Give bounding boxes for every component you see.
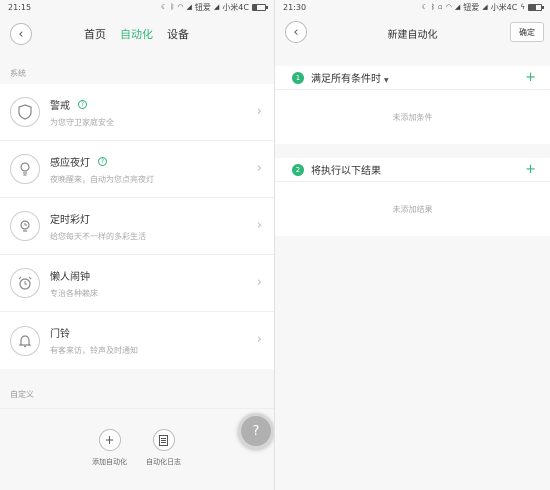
item-subtitle: 给您每天不一样的多彩生活 [50, 231, 146, 241]
question-icon: ? [252, 423, 260, 439]
help-icon[interactable]: ? [98, 156, 107, 166]
chevron-right-icon: › [256, 218, 262, 233]
wifi-icon: ◠ [177, 3, 184, 11]
battery-icon [252, 3, 268, 11]
item-title: 感应夜灯 [50, 157, 90, 169]
results-empty-text: 未添加结果 [392, 204, 433, 214]
battery-icon [528, 3, 544, 11]
caret-down-icon: ▼ [384, 77, 389, 84]
signal-icon: ◢ [454, 3, 461, 11]
charging-icon: ϟ [520, 3, 525, 11]
tab-home[interactable]: 首页 [84, 26, 106, 42]
help-fab-button[interactable]: ? [238, 413, 274, 449]
page-title: 新建自动化 [387, 30, 438, 41]
carrier-2: 小米4C [490, 2, 518, 12]
step-number-badge: 1 [292, 71, 304, 84]
step-number-badge: 2 [292, 163, 304, 176]
wifi-icon: ◠ [445, 3, 452, 11]
carrier-1: 钮爱 [463, 2, 480, 12]
status-time: 21:30 [283, 2, 307, 12]
help-icon[interactable]: ? [78, 99, 87, 109]
bottom-actions: + 添加自动化 自动化日志 [0, 408, 274, 490]
item-subtitle: 为您守卫家庭安全 [50, 117, 114, 127]
list-item-night-light[interactable]: 感应夜灯? 夜晚醒来，自动为您点亮夜灯 › [0, 141, 274, 198]
list-item-alert[interactable]: 警戒? 为您守卫家庭安全 › [0, 84, 274, 141]
moon-icon: ☾ [421, 3, 428, 11]
list-item-timed-lamp[interactable]: 定时彩灯 给您每天不一样的多彩生活 › [0, 198, 274, 255]
header: ‹ 首页 自动化 设备 [0, 14, 274, 54]
item-subtitle: 有客来访，铃声及时通知 [50, 346, 138, 355]
moon-icon: ☾ [160, 3, 168, 11]
conditions-mode-dropdown[interactable]: 满足所有条件时 ▼ [311, 70, 389, 85]
bluetooth-icon: ᛒ [430, 3, 436, 11]
tab-bar: 首页 自动化 设备 [84, 26, 189, 42]
tab-automation[interactable]: 自动化 [120, 26, 153, 42]
alarm-clock-icon [10, 268, 40, 298]
add-condition-button[interactable]: + [525, 70, 536, 85]
header: ‹ 新建自动化 确定 [275, 14, 550, 52]
item-title: 门铃 [50, 329, 70, 340]
item-title: 定时彩灯 [50, 214, 90, 226]
chevron-left-icon: ‹ [18, 26, 24, 42]
signal-icon: ◢ [186, 3, 192, 11]
document-icon [152, 429, 175, 451]
add-automation-label: 添加自动化 [92, 458, 127, 466]
results-title: 将执行以下结果 [311, 166, 381, 177]
plus-icon: + [98, 429, 121, 451]
lock-icon: ▫ [438, 3, 443, 11]
conditions-section: 1 满足所有条件时 ▼ + 未添加条件 [275, 66, 550, 144]
status-bar: 21:15 ☾ ᛒ ◠ ◢ 钮爱 ◢ 小米4C [0, 0, 274, 14]
item-title: 懒人闹钟 [50, 271, 90, 283]
left-panel: 21:15 ☾ ᛒ ◠ ◢ 钮爱 ◢ 小米4C ‹ 首页 自动化 设备 系统 警… [0, 0, 274, 490]
carrier-1: 钮爱 [194, 2, 211, 12]
conditions-title: 满足所有条件时 [311, 74, 381, 85]
chevron-right-icon: › [256, 104, 262, 119]
section-title-custom: 自定义 [10, 390, 34, 399]
add-automation-button[interactable]: + 添加自动化 [92, 429, 127, 467]
bell-icon [10, 325, 40, 356]
results-section: 2 将执行以下结果 + 未添加结果 [275, 158, 550, 236]
item-subtitle: 专治各种赖床 [50, 288, 98, 298]
back-button[interactable]: ‹ [10, 23, 32, 45]
bluetooth-icon: ᛒ [170, 3, 175, 11]
scene-list: 警戒? 为您守卫家庭安全 › 感应夜灯? 夜晚醒来，自动为您点亮夜灯 › 定时彩… [0, 84, 274, 369]
status-bar: 21:30 ☾ ᛒ ▫ ◠ ◢ 钮爱 ◢ 小米4C ϟ [275, 0, 550, 14]
item-title: 警戒 [50, 100, 70, 112]
confirm-button[interactable]: 确定 [510, 22, 544, 42]
item-subtitle: 夜晚醒来，自动为您点亮夜灯 [50, 174, 154, 184]
automation-log-button[interactable]: 自动化日志 [146, 429, 181, 467]
section-title-system: 系统 [10, 69, 26, 78]
shield-icon [10, 97, 40, 127]
signal-icon: ◢ [213, 3, 220, 11]
status-time: 21:15 [8, 2, 32, 12]
chevron-right-icon: › [256, 275, 262, 290]
signal-icon: ◢ [482, 3, 488, 11]
automation-log-label: 自动化日志 [146, 458, 181, 466]
chevron-right-icon: › [256, 161, 262, 176]
add-result-button[interactable]: + [525, 162, 536, 177]
list-item-doorbell[interactable]: 门铃 有客来访，铃声及时通知 › [0, 312, 274, 369]
carrier-2: 小米4C [222, 2, 249, 12]
tab-devices[interactable]: 设备 [167, 26, 189, 42]
right-panel: 21:30 ☾ ᛒ ▫ ◠ ◢ 钮爱 ◢ 小米4C ϟ ‹ 新建自动化 确定 1… [275, 0, 550, 490]
list-item-lazy-alarm[interactable]: 懒人闹钟 专治各种赖床 › [0, 255, 274, 312]
chevron-right-icon: › [256, 332, 262, 347]
lightbulb-icon [10, 154, 40, 184]
conditions-empty-text: 未添加条件 [392, 112, 433, 122]
timer-lamp-icon [10, 211, 40, 241]
